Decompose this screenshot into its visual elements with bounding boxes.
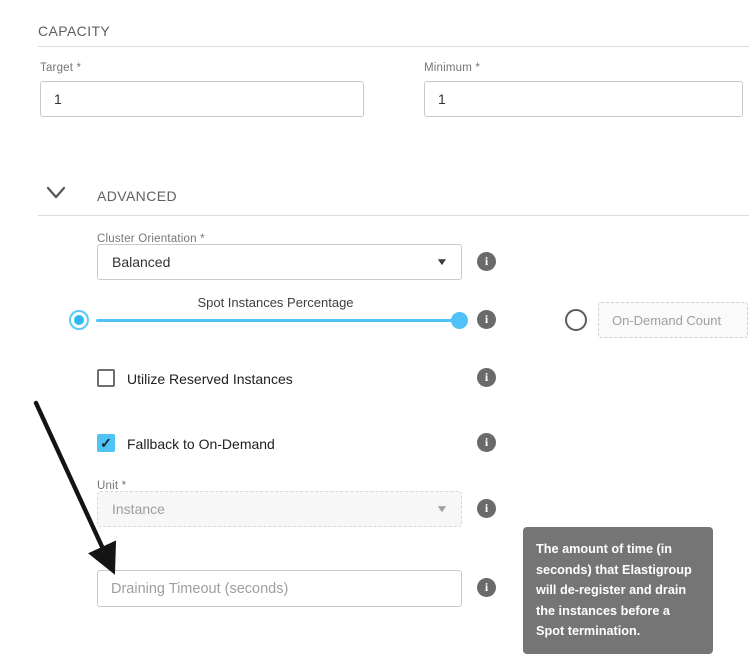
target-input[interactable] bbox=[40, 81, 364, 117]
unit-info-icon[interactable]: i bbox=[477, 499, 496, 518]
capacity-form: CAPACITY Target * Minimum * ADVANCED Clu… bbox=[0, 0, 749, 671]
spot-percentage-slider-thumb[interactable] bbox=[451, 312, 468, 329]
cluster-orientation-value: Balanced bbox=[112, 254, 170, 270]
spot-percentage-label: Spot Instances Percentage bbox=[93, 295, 458, 310]
capacity-divider bbox=[38, 46, 749, 47]
spot-percentage-info-icon[interactable]: i bbox=[477, 310, 496, 329]
utilize-reserved-instances-checkbox[interactable] bbox=[97, 369, 115, 387]
chevron-down-icon[interactable] bbox=[46, 186, 66, 200]
draining-timeout-tooltip: The amount of time (in seconds) that Ela… bbox=[523, 527, 713, 654]
draining-timeout-info-icon[interactable]: i bbox=[477, 578, 496, 597]
caret-down-icon: ▼ bbox=[435, 257, 449, 268]
on-demand-count-input bbox=[598, 302, 748, 338]
fallback-on-demand-checkbox[interactable]: ✓ bbox=[97, 434, 115, 452]
on-demand-count-radio[interactable] bbox=[565, 309, 587, 331]
cluster-orientation-select[interactable]: Balanced ▼ bbox=[97, 244, 462, 280]
utilize-reserved-instances-label[interactable]: Utilize Reserved Instances bbox=[127, 371, 293, 387]
advanced-section-title[interactable]: ADVANCED bbox=[97, 188, 177, 204]
draining-timeout-input[interactable] bbox=[97, 570, 462, 607]
minimum-input[interactable] bbox=[424, 81, 743, 117]
advanced-divider bbox=[38, 215, 749, 216]
radio-dot bbox=[74, 315, 84, 325]
fallback-on-demand-info-icon[interactable]: i bbox=[477, 433, 496, 452]
unit-value: Instance bbox=[112, 501, 165, 517]
fallback-on-demand-label[interactable]: Fallback to On-Demand bbox=[127, 436, 275, 452]
checkmark-icon: ✓ bbox=[100, 436, 112, 450]
capacity-section-title: CAPACITY bbox=[38, 23, 110, 39]
target-label: Target * bbox=[40, 62, 81, 74]
spot-percentage-slider-track[interactable] bbox=[96, 319, 456, 322]
cluster-orientation-info-icon[interactable]: i bbox=[477, 252, 496, 271]
minimum-label: Minimum * bbox=[424, 62, 480, 74]
spot-percentage-radio[interactable] bbox=[69, 310, 89, 330]
utilize-reserved-instances-info-icon[interactable]: i bbox=[477, 368, 496, 387]
unit-select: Instance ▼ bbox=[97, 491, 462, 527]
caret-down-icon: ▼ bbox=[435, 504, 449, 515]
